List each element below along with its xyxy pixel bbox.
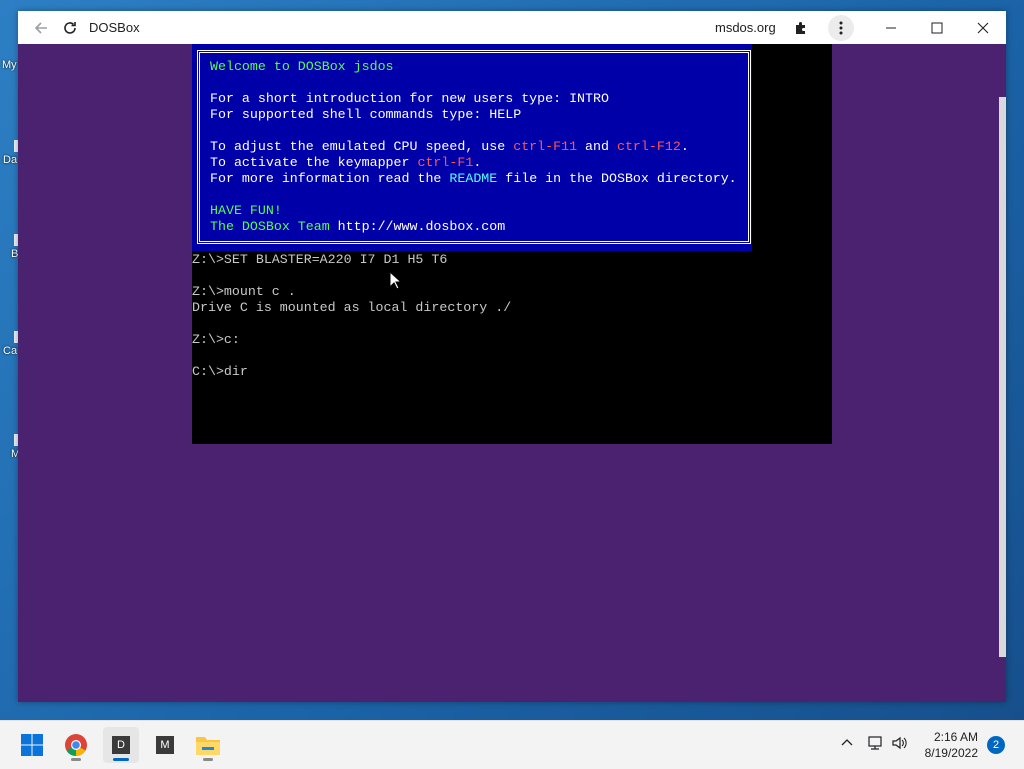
msdos-app-icon: M (156, 736, 174, 754)
info-text: For more information read the (210, 171, 450, 186)
terminal-line: Z:\>SET BLASTER=A220 I7 D1 H5 T6 (192, 252, 448, 267)
banner-have-fun: HAVE FUN! (210, 203, 282, 218)
cpu-text: To adjust the emulated CPU speed, use (210, 139, 514, 154)
cpu-and: and (577, 139, 617, 154)
info-suffix: file in the DOSBox directory. (497, 171, 737, 186)
clock-date: 8/19/2022 (924, 746, 978, 760)
network-status[interactable] (866, 735, 884, 754)
active-indicator (113, 758, 129, 761)
team-url: http://www.dosbox.com (337, 219, 506, 234)
chrome-icon (65, 734, 87, 756)
taskbar-chrome[interactable] (58, 727, 94, 763)
terminal-line: Drive C is mounted as local directory ./ (192, 300, 512, 315)
terminal-line: Z:\>c: (192, 332, 240, 347)
team-label: The DOSBox Team (210, 219, 338, 234)
banner-team: The DOSBox Team http://www.dosbox.com (210, 219, 505, 235)
welcome-banner: Welcome to DOSBox jsdos For a short intr… (192, 44, 752, 251)
site-origin[interactable]: msdos.org (715, 20, 776, 35)
running-indicator (71, 758, 81, 761)
cpu-end: . (680, 139, 689, 154)
title-bar: DOSBox msdos.org (18, 11, 1006, 44)
readme-text: README (449, 171, 498, 186)
desktop-icon-label: Ca (3, 345, 18, 357)
close-icon (977, 22, 989, 33)
minimize-button[interactable] (868, 11, 914, 44)
menu-button[interactable] (828, 15, 854, 41)
system-clock[interactable]: 2:16 AM 8/19/2022 (925, 729, 978, 761)
taskbar-dosbox[interactable]: D (103, 727, 139, 763)
vertical-scrollbar[interactable] (999, 97, 1006, 657)
maximize-icon (931, 22, 943, 33)
dosbox-screen[interactable]: Welcome to DOSBox jsdos For a short intr… (192, 44, 832, 444)
window-title: DOSBox (89, 20, 140, 35)
dosbox-app-icon: D (112, 736, 130, 754)
speaker-icon (892, 736, 907, 750)
mouse-cursor-icon (389, 271, 401, 290)
minimize-icon (886, 27, 896, 28)
running-indicator (203, 758, 213, 761)
clock-time: 2:16 AM (933, 730, 978, 744)
banner-frame: Welcome to DOSBox jsdos For a short intr… (197, 50, 751, 244)
puzzle-icon (796, 22, 805, 34)
maximize-button[interactable] (914, 11, 960, 44)
kebab-menu-icon (839, 21, 843, 35)
keymap-text: To activate the keymapper (210, 155, 418, 170)
desktop-icon-label: Da (3, 154, 18, 166)
windows-logo-icon (21, 734, 43, 756)
taskbar: D M 2:16 AM 8/19/2022 2 (0, 720, 1024, 769)
page-content: Welcome to DOSBox jsdos For a short intr… (18, 44, 1006, 702)
show-hidden-icons-button[interactable] (840, 735, 854, 752)
browser-window: DOSBox msdos.org Welcome to DOSBox jsdos… (18, 11, 1006, 702)
network-icon (868, 736, 882, 750)
terminal-prompt[interactable]: C:\>dir (192, 364, 248, 380)
folder-icon (196, 737, 220, 755)
taskbar-msdos[interactable]: M (147, 727, 183, 763)
banner-help: For supported shell commands type: HELP (210, 107, 522, 122)
extensions-button[interactable] (788, 15, 814, 41)
keymap-key: ctrl-F1 (417, 155, 474, 170)
start-button[interactable] (14, 727, 50, 763)
banner-intro: For a short introduction for new users t… (210, 91, 609, 106)
banner-welcome: Welcome to DOSBox jsdos (210, 59, 394, 74)
banner-info: For more information read the README fil… (210, 171, 737, 187)
notification-badge[interactable]: 2 (987, 736, 1005, 754)
taskbar-file-explorer[interactable] (190, 727, 226, 763)
chevron-up-icon (841, 739, 853, 746)
cpu-key-1: ctrl-F11 (513, 139, 578, 154)
desktop-icon-label: My (2, 59, 17, 71)
banner-cpu: To adjust the emulated CPU speed, use ct… (210, 139, 689, 155)
banner-keymap: To activate the keymapper ctrl-F1. (210, 155, 481, 171)
cpu-key-2: ctrl-F12 (616, 139, 681, 154)
reload-button[interactable] (57, 15, 83, 41)
back-arrow-icon (34, 22, 47, 34)
reload-icon (64, 22, 76, 34)
terminal-line: Z:\>mount c . (192, 284, 296, 299)
volume-control[interactable] (891, 735, 909, 754)
close-button[interactable] (960, 11, 1006, 44)
keymap-end: . (473, 155, 482, 170)
back-button[interactable] (28, 15, 54, 41)
